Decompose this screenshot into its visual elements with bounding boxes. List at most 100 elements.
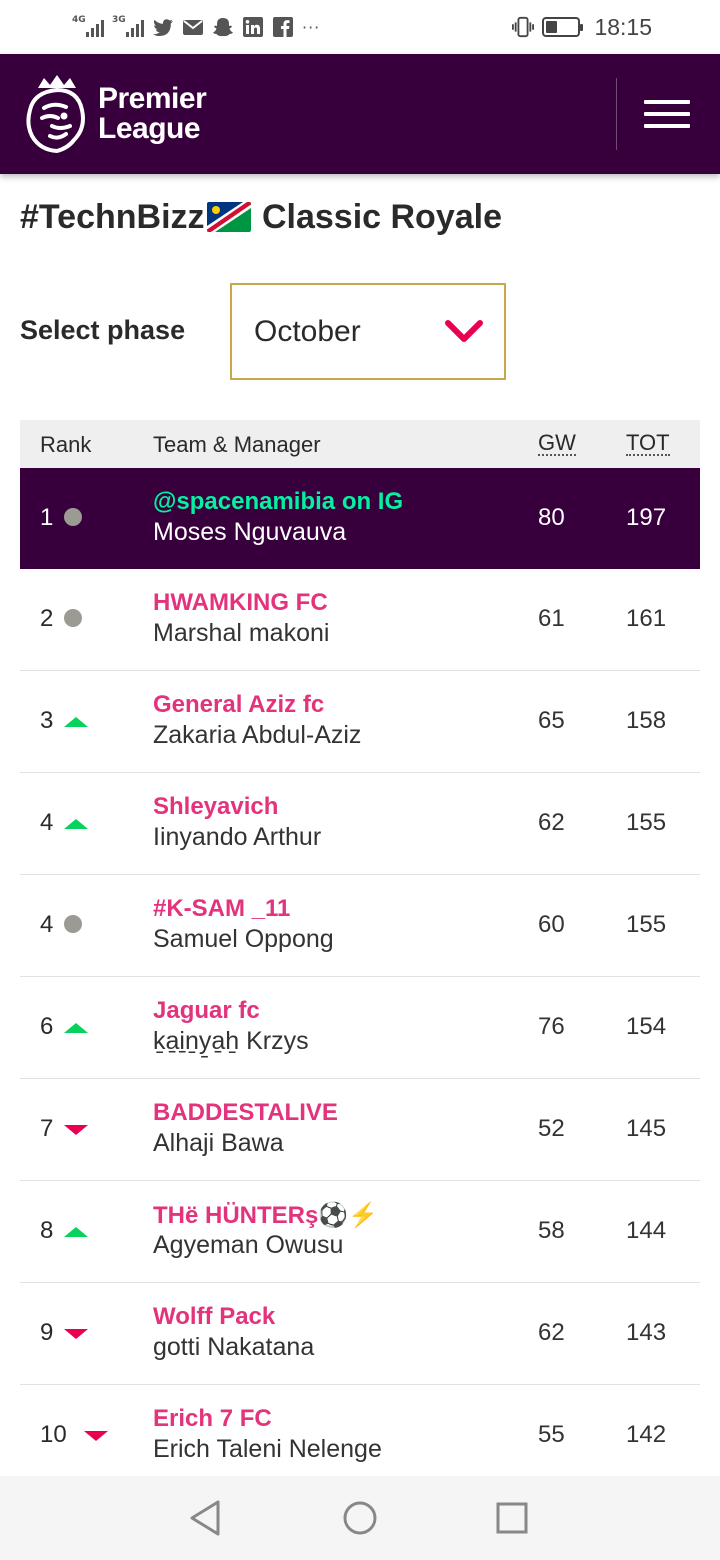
chevron-down-icon <box>445 320 483 342</box>
gameweek-points: 58 <box>538 1217 565 1244</box>
logo-line-2: League <box>98 112 201 145</box>
rank-same-icon <box>64 915 82 933</box>
rank-number: 6 <box>40 1013 54 1040</box>
table-row[interactable]: 3 General Aziz fc Zakaria Abdul-Aziz 65 158 <box>20 671 700 773</box>
table-row[interactable]: 4 Shleyavich Iinyando Arthur 62 155 <box>20 773 700 875</box>
manager-name: Zakaria Abdul-Aziz <box>153 721 362 749</box>
signal-icon: 4G <box>72 15 104 37</box>
back-icon[interactable] <box>186 1498 226 1538</box>
team-name[interactable]: @spacenamibia on IG <box>153 488 403 516</box>
home-icon[interactable] <box>340 1498 380 1538</box>
rank-same-icon <box>64 508 82 526</box>
battery-icon <box>542 17 584 37</box>
rank-number: 2 <box>40 605 54 632</box>
team-name[interactable]: HWAMKING FC <box>153 589 328 617</box>
rank-down-icon <box>64 1125 88 1135</box>
rank-number: 1 <box>40 504 54 531</box>
gameweek-points: 76 <box>538 1013 565 1040</box>
gameweek-points: 80 <box>538 504 565 531</box>
total-points: 158 <box>626 707 667 734</box>
manager-name: Agyeman Owusu <box>153 1231 344 1259</box>
recents-icon[interactable] <box>492 1498 532 1538</box>
signal-icon: 3G <box>112 15 144 37</box>
phase-dropdown[interactable]: October <box>230 283 506 380</box>
gameweek-points: 60 <box>538 911 565 938</box>
rank-number: 4 <box>40 911 54 938</box>
rank-number: 4 <box>40 809 54 836</box>
status-icons-left: 4G 3G ··· <box>72 15 320 37</box>
table-row[interactable]: 4 #K-SAM _11 Samuel Oppong 60 155 <box>20 875 700 977</box>
team-name[interactable]: THë HÜNTERş⚽⚡ <box>153 1201 378 1230</box>
manager-name: Alhaji Bawa <box>153 1129 284 1157</box>
gameweek-points: 62 <box>538 1319 565 1346</box>
team-name[interactable]: Jaguar fc <box>153 997 260 1025</box>
total-points: 161 <box>626 605 667 632</box>
phase-selected-value: October <box>254 314 361 348</box>
rank-up-icon <box>64 819 88 829</box>
clock: 18:15 <box>594 13 652 40</box>
table-row[interactable]: 1 @spacenamibia on IG Moses Nguvauva 80 197 <box>20 468 700 569</box>
manager-name: Erich Taleni Nelenge <box>153 1435 382 1463</box>
column-header-tot[interactable]: TOT <box>626 432 670 456</box>
rank-up-icon <box>64 1023 88 1033</box>
phase-label: Select phase <box>20 315 186 345</box>
table-row[interactable]: 2 HWAMKING FC Marshal makoni 61 161 <box>20 569 700 671</box>
column-header-rank: Rank <box>40 432 92 457</box>
total-points: 155 <box>626 911 667 938</box>
logo-line-1: Premier <box>98 82 207 115</box>
gameweek-points: 61 <box>538 605 565 632</box>
team-name[interactable]: General Aziz fc <box>153 691 324 719</box>
page-title: #TechnBizz Classic Royale <box>20 198 502 237</box>
premier-league-logo[interactable]: Premier League <box>24 74 207 154</box>
site-header: Premier League <box>0 54 720 174</box>
team-name[interactable]: BADDESTALIVE <box>153 1099 338 1127</box>
total-points: 145 <box>626 1115 667 1142</box>
team-name[interactable]: #K-SAM _11 <box>153 895 290 923</box>
team-name[interactable]: Erich 7 FC <box>153 1405 272 1433</box>
rank-number: 9 <box>40 1319 54 1346</box>
manager-name: gotti Nakatana <box>153 1333 315 1361</box>
title-text-prefix: #TechnBizz <box>20 198 205 236</box>
column-header-gw[interactable]: GW <box>538 432 576 456</box>
table-row[interactable]: 10 Erich 7 FC Erich Taleni Nelenge 55 142 <box>20 1385 700 1487</box>
namibia-flag-icon <box>206 202 251 232</box>
gameweek-points: 55 <box>538 1421 565 1448</box>
total-points: 154 <box>626 1013 667 1040</box>
standings-table: Rank Team & Manager GW TOT 1 @spacenamibi… <box>20 420 700 1487</box>
table-body: 1 @spacenamibia on IG Moses Nguvauva 80 197 2… <box>20 468 700 1487</box>
rank-number: 7 <box>40 1115 54 1142</box>
total-points: 155 <box>626 809 667 836</box>
column-header-team: Team & Manager <box>153 432 321 457</box>
table-row[interactable]: 7 BADDESTALIVE Alhaji Bawa 52 145 <box>20 1079 700 1181</box>
rank-number: 10 <box>40 1421 67 1448</box>
gameweek-points: 65 <box>538 707 565 734</box>
rank-up-icon <box>64 717 88 727</box>
team-name[interactable]: Wolff Pack <box>153 1303 275 1331</box>
total-points: 144 <box>626 1217 667 1244</box>
rank-same-icon <box>64 609 82 627</box>
gameweek-points: 62 <box>538 809 565 836</box>
hamburger-menu-icon[interactable] <box>644 100 690 128</box>
rank-up-icon <box>64 1227 88 1237</box>
manager-name: Moses Nguvauva <box>153 518 347 546</box>
rank-number: 8 <box>40 1217 54 1244</box>
vibrate-icon <box>512 16 535 38</box>
table-header: Rank Team & Manager GW TOT <box>20 420 700 468</box>
header-divider <box>616 78 617 150</box>
table-row[interactable]: 9 Wolff Pack gotti Nakatana 62 143 <box>20 1283 700 1385</box>
system-nav-bar <box>0 1476 720 1560</box>
rank-down-icon <box>84 1431 108 1441</box>
linkedin-icon <box>242 17 264 37</box>
manager-name: ḵa̱i̱ṉy̱a̱ẖ Krzys <box>153 1027 309 1055</box>
mail-icon <box>182 17 204 37</box>
status-icons-right: 18:15 <box>512 14 652 41</box>
table-row[interactable]: 8 THë HÜNTERş⚽⚡ Agyeman Owusu 58 144 <box>20 1181 700 1283</box>
title-text-suffix: Classic Royale <box>252 198 502 236</box>
gameweek-points: 52 <box>538 1115 565 1142</box>
rank-number: 3 <box>40 707 54 734</box>
table-row[interactable]: 6 Jaguar fc ḵa̱i̱ṉy̱a̱ẖ Krzys 76 154 <box>20 977 700 1079</box>
total-points: 142 <box>626 1421 667 1448</box>
manager-name: Samuel Oppong <box>153 925 334 953</box>
status-bar: 4G 3G ··· 18:15 <box>0 0 720 54</box>
team-name[interactable]: Shleyavich <box>153 793 278 821</box>
